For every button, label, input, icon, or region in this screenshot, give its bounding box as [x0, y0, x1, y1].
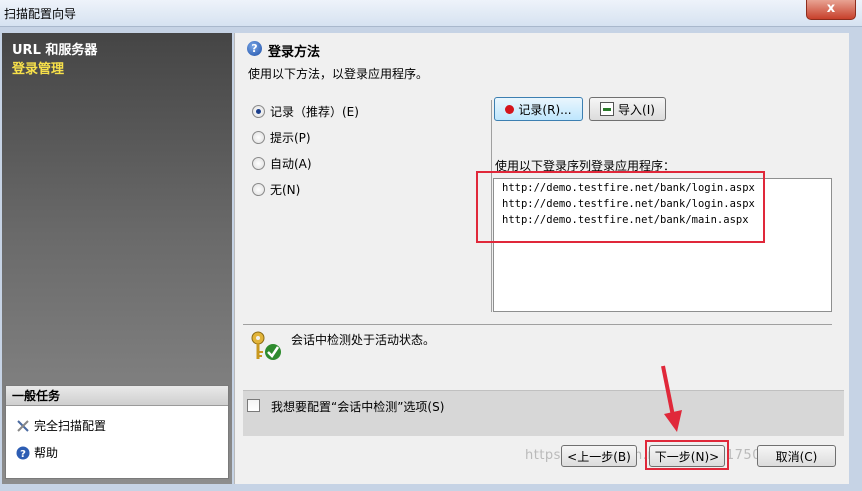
- close-button[interactable]: x: [806, 0, 856, 20]
- record-button[interactable]: 记录(R)...: [494, 97, 583, 121]
- radio-label: 无(N): [270, 183, 301, 197]
- radio-dot[interactable]: [252, 157, 265, 170]
- radio-prompt[interactable]: 提示(P): [252, 129, 311, 146]
- annotation-arrow-icon: [661, 365, 682, 432]
- annotation-highlight-box: [476, 171, 765, 243]
- help-label: 帮助: [34, 446, 59, 460]
- radio-dot[interactable]: [252, 105, 265, 118]
- radio-none[interactable]: 无(N): [252, 181, 300, 198]
- record-button-label: 记录(R)...: [518, 102, 572, 117]
- window-title: 扫描配置向导: [4, 7, 77, 21]
- import-icon: [600, 102, 615, 116]
- key-check-icon: [251, 331, 281, 360]
- cancel-button[interactable]: 取消(C): [757, 445, 836, 467]
- session-detection-bar: 我想要配置“会话中检测”选项(S): [243, 390, 844, 436]
- steps-panel: URL 和服务器 登录管理 一般任务 完全扫描配置 ? 帮助: [2, 33, 232, 484]
- general-tasks-panel: 一般任务 完全扫描配置 ? 帮助: [5, 385, 229, 479]
- wrench-screwdriver-icon: [17, 419, 29, 432]
- title-bar: 扫描配置向导 x: [0, 0, 862, 27]
- radio-dot[interactable]: [252, 183, 265, 196]
- record-icon: [505, 104, 515, 114]
- step-login-management[interactable]: 登录管理: [12, 58, 64, 77]
- back-button[interactable]: <上一步(B): [561, 445, 637, 467]
- session-detection-checkbox[interactable]: [247, 399, 260, 412]
- full-scan-config-label: 完全扫描配置: [34, 419, 107, 433]
- help-icon: ?: [16, 446, 30, 460]
- back-button-label: <上一步(B): [567, 449, 631, 464]
- radio-dot[interactable]: [252, 131, 265, 144]
- main-panel: ? 登录方法 使用以下方法，以登录应用程序。 记录（推荐）(E) 提示(P) 自…: [234, 33, 849, 484]
- import-button[interactable]: 导入(I): [589, 97, 666, 121]
- step-url-servers[interactable]: URL 和服务器: [12, 39, 97, 58]
- help-icon: ?: [247, 41, 262, 56]
- help-link[interactable]: ? 帮助: [16, 444, 58, 461]
- radio-record[interactable]: 记录（推荐）(E): [252, 103, 359, 120]
- session-detection-label[interactable]: 我想要配置“会话中检测”选项(S): [271, 398, 444, 415]
- page-title: 登录方法: [268, 45, 321, 60]
- page-subtitle: 使用以下方法，以登录应用程序。: [248, 67, 429, 81]
- general-tasks-header: 一般任务: [6, 386, 228, 406]
- radio-label: 提示(P): [270, 131, 311, 145]
- radio-auto[interactable]: 自动(A): [252, 155, 312, 172]
- cancel-button-label: 取消(C): [775, 449, 818, 464]
- radio-label: 自动(A): [270, 157, 312, 171]
- import-button-label: 导入(I): [618, 102, 655, 117]
- annotation-highlight-box: [645, 440, 729, 470]
- full-scan-config-link[interactable]: 完全扫描配置: [16, 417, 106, 434]
- session-status-text: 会话中检测处于活动状态。: [291, 333, 436, 347]
- svg-text:?: ?: [20, 449, 26, 460]
- radio-label: 记录（推荐）(E): [270, 105, 359, 119]
- horizontal-divider: [243, 324, 832, 325]
